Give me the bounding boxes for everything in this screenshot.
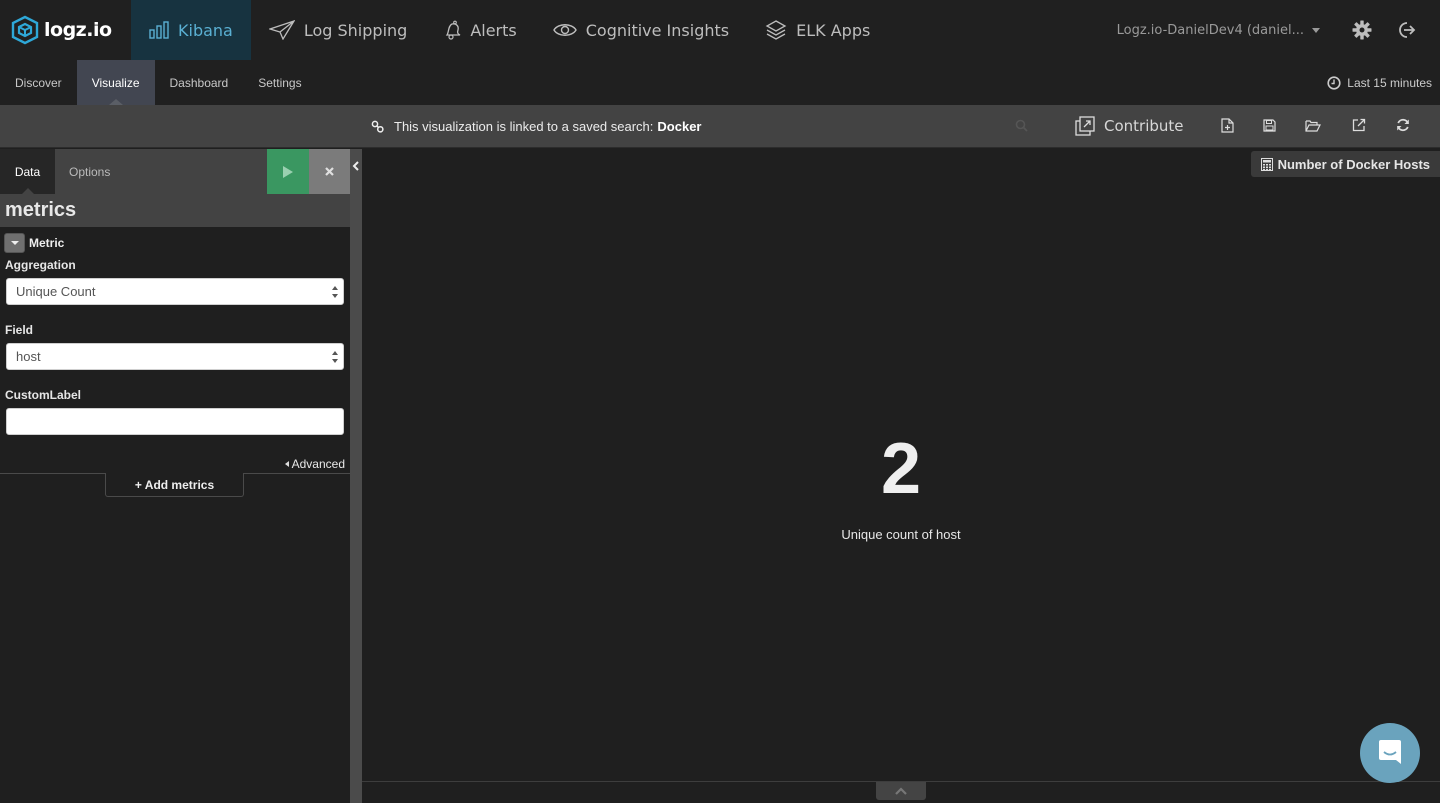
search-icon xyxy=(1015,119,1028,132)
metric-agg-title: Metric xyxy=(29,236,65,250)
chat-support-button[interactable] xyxy=(1360,723,1420,783)
brand-name: logz.io xyxy=(44,19,112,41)
linked-search-notice: This visualization is linked to a saved … xyxy=(371,105,701,147)
field-value: host xyxy=(16,349,41,364)
save-button[interactable] xyxy=(1260,116,1278,134)
collapse-agg-toggle[interactable] xyxy=(4,233,25,253)
metrics-section-title: metrics xyxy=(0,194,350,227)
save-icon xyxy=(1262,118,1276,132)
aggregation-value: Unique Count xyxy=(16,284,96,299)
time-range-label: Last 15 minutes xyxy=(1347,75,1432,90)
visualization-area: Number of Docker Hosts 2 Unique count of… xyxy=(362,149,1440,781)
nav-alerts-label: Alerts xyxy=(470,20,517,40)
calculator-icon xyxy=(1260,157,1273,171)
chevron-up-icon xyxy=(895,787,907,795)
search-button[interactable] xyxy=(1015,119,1028,137)
nav-cognitive-insights[interactable]: Cognitive Insights xyxy=(535,0,747,60)
select-arrows-icon xyxy=(332,286,339,298)
field-select[interactable]: host xyxy=(6,343,344,370)
new-file-icon xyxy=(1220,117,1234,133)
custom-label-input[interactable] xyxy=(6,408,344,435)
vis-editor-sidebar: Data Options metrics Metric Aggregation … xyxy=(0,149,350,803)
settings-button[interactable] xyxy=(1350,18,1374,42)
aggregation-select[interactable]: Unique Count xyxy=(6,278,344,305)
external-link-icon xyxy=(1352,118,1366,132)
tab-visualize[interactable]: Visualize xyxy=(76,60,155,105)
tab-discover[interactable]: Discover xyxy=(0,60,77,105)
refresh-icon xyxy=(1397,118,1409,132)
kibana-subnav: Discover Visualize Dashboard Settings La… xyxy=(0,60,1440,105)
visualization-title: Number of Docker Hosts xyxy=(1250,151,1440,177)
clock-icon xyxy=(1327,75,1341,90)
nav-alerts[interactable]: Alerts xyxy=(425,0,534,60)
tab-dashboard[interactable]: Dashboard xyxy=(155,60,244,105)
linked-search-text: This visualization is linked to a saved … xyxy=(394,118,654,134)
nav-kibana-label: Kibana xyxy=(178,20,233,40)
refresh-button[interactable] xyxy=(1394,116,1412,134)
logo[interactable]: logz.io xyxy=(0,0,131,60)
aggregation-label: Aggregation xyxy=(5,258,76,272)
eye-icon xyxy=(552,24,577,36)
share-button[interactable] xyxy=(1350,116,1368,134)
custom-label-label: CustomLabel xyxy=(5,388,82,402)
advanced-toggle[interactable]: Advanced xyxy=(285,457,345,471)
visualization-title-text: Number of Docker Hosts xyxy=(1277,156,1430,172)
metric-label: Unique count of host xyxy=(841,527,961,542)
close-icon xyxy=(325,167,334,176)
select-arrows-icon xyxy=(332,351,339,363)
discard-changes-button[interactable] xyxy=(309,149,350,194)
nav-cognitive-insights-label: Cognitive Insights xyxy=(585,20,730,40)
layers-icon xyxy=(765,20,787,40)
metric-value: 2 xyxy=(880,429,922,509)
bell-icon xyxy=(446,20,461,40)
tab-data[interactable]: Data xyxy=(0,149,55,194)
top-nav: logz.io Kibana Log Shipping Alerts Cogni… xyxy=(0,0,1440,60)
field-label: Field xyxy=(5,323,34,337)
time-picker[interactable]: Last 15 minutes xyxy=(1327,60,1440,105)
account-dropdown[interactable]: Logz.io-DanielDev4 (daniel... xyxy=(1117,23,1320,38)
spy-panel-toggle[interactable] xyxy=(876,782,926,800)
add-metrics-button[interactable]: + Add metrics xyxy=(105,473,244,497)
nav-kibana[interactable]: Kibana xyxy=(131,0,251,60)
bar-chart-icon xyxy=(149,21,169,39)
nav-elk-apps[interactable]: ELK Apps xyxy=(747,0,888,60)
apply-changes-button[interactable] xyxy=(267,149,309,194)
metric-agg-header: Metric xyxy=(0,231,350,255)
account-name: Logz.io-DanielDev4 (daniel... xyxy=(1116,22,1304,38)
link-icon xyxy=(371,120,384,133)
paper-plane-icon xyxy=(268,20,295,40)
nav-log-shipping-label: Log Shipping xyxy=(303,20,408,40)
chevron-left-icon xyxy=(352,161,359,171)
logo-icon xyxy=(11,15,39,45)
open-button[interactable] xyxy=(1304,116,1322,134)
folder-open-icon xyxy=(1305,119,1321,132)
gear-icon xyxy=(1352,20,1372,40)
play-icon xyxy=(283,165,293,178)
chat-icon xyxy=(1379,740,1401,764)
caret-down-icon xyxy=(1312,27,1320,33)
logout-button[interactable] xyxy=(1395,18,1419,42)
contribute-button[interactable]: Contribute xyxy=(1075,105,1184,147)
sidebar-collapse-handle[interactable] xyxy=(350,149,362,803)
new-visualization-button[interactable] xyxy=(1218,116,1236,134)
nav-log-shipping[interactable]: Log Shipping xyxy=(251,0,425,60)
contribute-icon xyxy=(1075,115,1095,136)
contribute-label: Contribute xyxy=(1104,117,1184,135)
linked-search-name[interactable]: Docker xyxy=(657,119,701,134)
nav-elk-apps-label: ELK Apps xyxy=(796,20,871,40)
tab-options[interactable]: Options xyxy=(55,149,124,194)
tab-settings[interactable]: Settings xyxy=(243,60,316,105)
sidebar-tabs: Data Options xyxy=(0,149,350,194)
logout-icon xyxy=(1399,22,1416,38)
